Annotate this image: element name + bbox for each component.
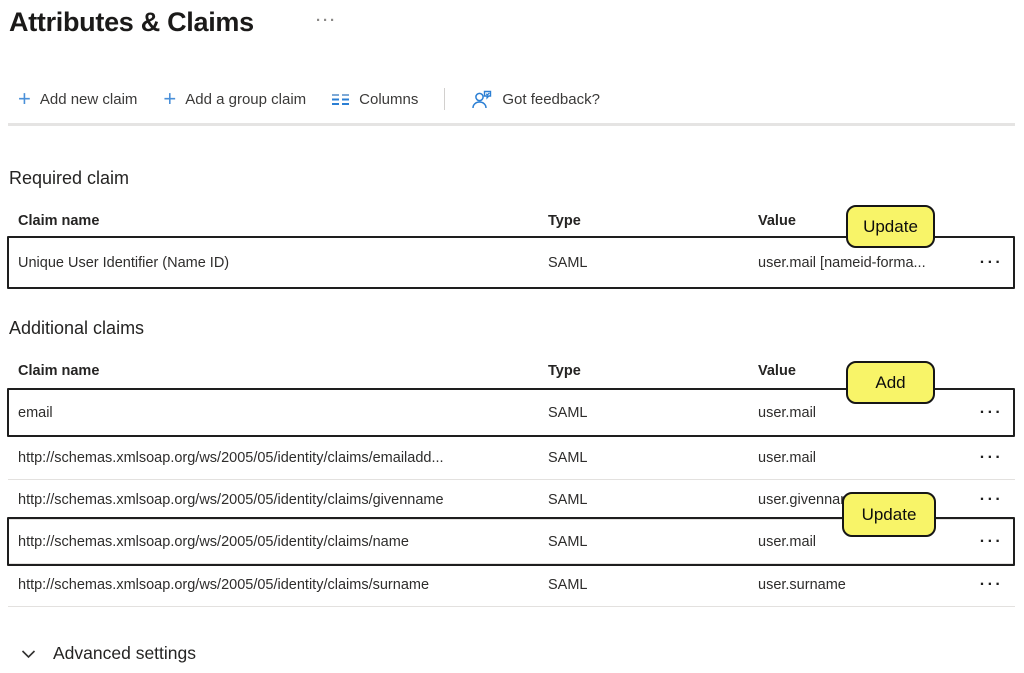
columns-icon (332, 93, 350, 106)
row-context-menu-icon[interactable]: ··· (978, 576, 1005, 594)
column-header-claim-name: Claim name (8, 213, 548, 229)
row-context-menu-icon[interactable]: ··· (978, 254, 1005, 272)
add-group-claim-button[interactable]: + Add a group claim (163, 89, 306, 109)
title-context-menu-icon[interactable]: ··· (316, 12, 337, 29)
columns-button[interactable]: Columns (332, 91, 418, 108)
plus-icon: + (18, 89, 31, 109)
claim-value-cell: user.mail (758, 405, 968, 421)
required-claim-heading: Required claim (9, 168, 129, 189)
claim-type-cell: SAML (548, 534, 758, 550)
row-context-menu-icon[interactable]: ··· (978, 449, 1005, 467)
feedback-icon (471, 89, 493, 110)
callout-update-name: Update (842, 492, 936, 537)
claim-type-cell: SAML (548, 577, 758, 593)
row-context-menu-icon[interactable]: ··· (978, 404, 1005, 422)
claim-name-cell: http://schemas.xmlsoap.org/ws/2005/05/id… (8, 450, 548, 466)
advanced-settings-label: Advanced settings (53, 643, 196, 664)
column-header-claim-name: Claim name (8, 363, 548, 379)
page-title: Attributes & Claims (9, 7, 254, 38)
claim-name-cell: http://schemas.xmlsoap.org/ws/2005/05/id… (8, 577, 548, 593)
claim-value-cell: user.mail [nameid-forma... (758, 255, 968, 271)
claim-row-surname[interactable]: http://schemas.xmlsoap.org/ws/2005/05/id… (8, 564, 1015, 607)
callout-update-required: Update (846, 205, 935, 248)
plus-icon: + (163, 89, 176, 109)
column-header-type: Type (548, 213, 758, 229)
claim-name-cell: email (8, 405, 548, 421)
claim-type-cell: SAML (548, 255, 758, 271)
got-feedback-button[interactable]: Got feedback? (471, 89, 600, 110)
toolbar-separator-line (8, 123, 1015, 126)
advanced-settings-toggle[interactable]: Advanced settings (21, 643, 196, 664)
claim-row-emailaddress[interactable]: http://schemas.xmlsoap.org/ws/2005/05/id… (8, 436, 1015, 480)
claim-name-cell: Unique User Identifier (Name ID) (8, 255, 548, 271)
add-new-claim-button[interactable]: + Add new claim (18, 89, 137, 109)
add-new-claim-label: Add new claim (40, 91, 138, 108)
chevron-down-icon (21, 649, 36, 659)
add-group-claim-label: Add a group claim (185, 91, 306, 108)
claim-type-cell: SAML (548, 450, 758, 466)
claim-type-cell: SAML (548, 405, 758, 421)
additional-claims-heading: Additional claims (9, 318, 144, 339)
got-feedback-label: Got feedback? (502, 91, 600, 108)
command-bar: + Add new claim + Add a group claim Colu… (18, 88, 600, 110)
row-context-menu-icon[interactable]: ··· (978, 491, 1005, 509)
row-context-menu-icon[interactable]: ··· (978, 533, 1005, 551)
claim-name-cell: http://schemas.xmlsoap.org/ws/2005/05/id… (8, 534, 548, 550)
claim-value-cell: user.mail (758, 450, 968, 466)
claim-type-cell: SAML (548, 492, 758, 508)
column-header-type: Type (548, 363, 758, 379)
callout-add-email: Add (846, 361, 935, 404)
claim-value-cell: user.surname (758, 577, 968, 593)
columns-label: Columns (359, 91, 418, 108)
toolbar-divider (444, 88, 445, 110)
claim-name-cell: http://schemas.xmlsoap.org/ws/2005/05/id… (8, 492, 548, 508)
